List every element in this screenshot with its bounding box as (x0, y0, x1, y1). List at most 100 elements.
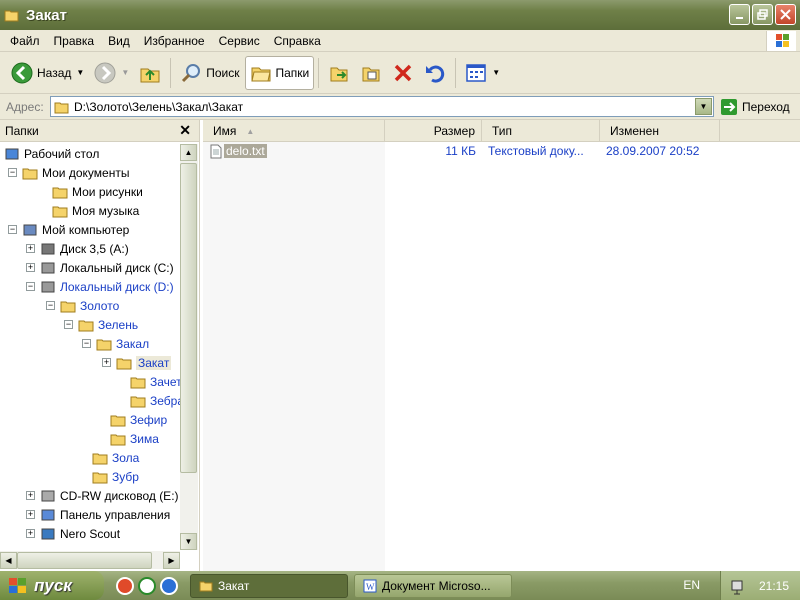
delete-button[interactable] (387, 56, 419, 90)
file-modified: 28.09.2007 20:52 (606, 144, 700, 158)
folders-pane-header: Папки ✕ (0, 120, 199, 142)
column-size-label: Размер (433, 124, 475, 138)
close-button[interactable] (775, 4, 796, 25)
language-indicator[interactable]: EN (683, 578, 700, 592)
up-button[interactable] (134, 56, 166, 90)
file-row[interactable]: delo.txt 11 КБ Текстовый доку... 28.09.2… (203, 142, 723, 160)
column-size[interactable]: Размер (385, 120, 482, 142)
internet-explorer-icon[interactable] (160, 576, 178, 595)
close-folders-pane-icon[interactable]: ✕ (179, 122, 191, 139)
toolbar-separator (318, 57, 320, 88)
tree-node[interactable]: Зола (78, 448, 139, 467)
tree-node[interactable]: + Панель управления (26, 505, 170, 524)
tree-node[interactable]: Зебра (116, 391, 180, 410)
address-input[interactable]: D:\Золото\Зелень\Закал\Закат ▼ (50, 96, 714, 117)
tree-node[interactable]: + CD-RW дисковод (E:) (26, 486, 179, 505)
folder-open-icon (54, 102, 69, 113)
menu-tools[interactable]: Сервис (212, 34, 267, 48)
scroll-right-button[interactable]: ▶ (163, 551, 180, 569)
move-to-button[interactable] (323, 56, 355, 90)
tree-node[interactable]: Зима (96, 429, 159, 448)
back-dropdown-icon[interactable]: ▼ (76, 68, 84, 77)
tree-node-label: Nero Scout (60, 526, 121, 541)
tree-node[interactable]: + Локальный диск (C:) (26, 258, 174, 277)
menu-file[interactable]: Файл (0, 34, 47, 48)
maximize-button[interactable] (752, 4, 773, 25)
scroll-thumb[interactable] (180, 163, 197, 473)
menu-bar: Файл Правка Вид Избранное Сервис Справка (0, 30, 800, 52)
expand-icon[interactable]: + (26, 510, 35, 519)
tree-node[interactable]: Мои рисунки (38, 182, 143, 201)
menu-help[interactable]: Справка (267, 34, 328, 48)
hard-drive-icon (41, 281, 55, 292)
column-modified[interactable]: Изменен (600, 120, 720, 142)
tree-node[interactable]: − Мои документы (8, 163, 129, 182)
file-list: Имя ▲ Размер Тип Изменен delo.txt 11 КБ … (203, 120, 800, 571)
folder-icon (199, 581, 213, 591)
task-button-word[interactable]: W Документ Microso... (354, 573, 512, 598)
tree-node[interactable]: − Мой компьютер (8, 220, 129, 239)
menu-favorites[interactable]: Избранное (137, 34, 212, 48)
tree-node[interactable]: + Закат (102, 353, 172, 372)
column-type[interactable]: Тип (482, 120, 600, 142)
task-button-explorer[interactable]: Закат (190, 573, 348, 598)
menu-view[interactable]: Вид (101, 34, 137, 48)
back-button[interactable]: Назад ▼ (6, 56, 89, 90)
hscroll-thumb[interactable] (17, 551, 152, 569)
tree-vertical-scrollbar[interactable]: ▲ ▼ (180, 144, 198, 550)
views-dropdown-icon[interactable]: ▼ (492, 68, 500, 77)
toolbar: Назад ▼ ▼ Поиск Папки ▼ (0, 52, 800, 94)
column-name[interactable]: Имя ▲ (203, 120, 385, 142)
forward-button[interactable]: ▼ (89, 56, 134, 90)
copy-to-button[interactable] (355, 56, 387, 90)
expand-icon[interactable]: + (26, 529, 35, 538)
tree-node[interactable]: − Закал (82, 334, 149, 353)
title-bar[interactable]: Закат (0, 0, 800, 30)
file-type: Текстовый доку... (488, 144, 584, 158)
views-button[interactable]: ▼ (460, 56, 505, 90)
clock[interactable]: 21:15 (759, 579, 789, 593)
folders-button[interactable]: Папки (244, 55, 315, 90)
undo-icon (426, 65, 445, 83)
scroll-left-button[interactable]: ◀ (0, 551, 17, 569)
tree-node[interactable]: − Локальный диск (D:) (26, 277, 174, 296)
scroll-up-button[interactable]: ▲ (180, 144, 197, 161)
safely-remove-hardware-icon[interactable] (729, 577, 747, 595)
address-dropdown-button[interactable]: ▼ (695, 98, 712, 115)
scroll-down-button[interactable]: ▼ (180, 533, 197, 550)
start-button[interactable]: пуск (0, 571, 104, 600)
opera-icon[interactable] (116, 576, 134, 595)
collapse-icon[interactable]: − (8, 168, 17, 177)
tree-node[interactable]: − Золото (46, 296, 119, 315)
collapse-icon[interactable]: − (8, 225, 17, 234)
expand-icon[interactable]: + (26, 244, 35, 253)
collapse-icon[interactable]: − (26, 282, 35, 291)
media-player-icon[interactable] (138, 576, 156, 595)
window-controls (729, 4, 796, 25)
collapse-icon[interactable]: − (64, 320, 73, 329)
go-button[interactable]: Переход (720, 98, 790, 116)
search-button[interactable]: Поиск (175, 56, 244, 90)
collapse-icon[interactable]: − (82, 339, 91, 348)
tree-node[interactable]: + Nero Scout (26, 524, 120, 543)
tree-node[interactable]: Зубр (78, 467, 139, 486)
tree-node-label: Зелень (98, 317, 139, 332)
tree-node-label: Мой компьютер (42, 222, 130, 237)
tree-node[interactable]: − Зелень (64, 315, 138, 334)
tree-node[interactable]: Зачет (116, 372, 180, 391)
undo-button[interactable] (419, 56, 451, 90)
expand-icon[interactable]: + (26, 491, 35, 500)
collapse-icon[interactable]: − (46, 301, 55, 310)
tree-node[interactable]: Зефир (96, 410, 167, 429)
tree-node[interactable]: Моя музыка (38, 201, 139, 220)
forward-dropdown-icon[interactable]: ▼ (121, 68, 129, 77)
tree-node[interactable]: Рабочий стол (4, 144, 99, 163)
tree-horizontal-scrollbar[interactable]: ◀ ▶ (0, 551, 180, 569)
expand-icon[interactable]: + (102, 358, 111, 367)
expand-icon[interactable]: + (26, 263, 35, 272)
tree-node[interactable]: + Диск 3,5 (A:) (26, 239, 129, 258)
chevron-down-icon: ▼ (184, 537, 193, 546)
sorted-column-highlight (203, 142, 385, 571)
minimize-button[interactable] (729, 4, 750, 25)
menu-edit[interactable]: Правка (47, 34, 102, 48)
